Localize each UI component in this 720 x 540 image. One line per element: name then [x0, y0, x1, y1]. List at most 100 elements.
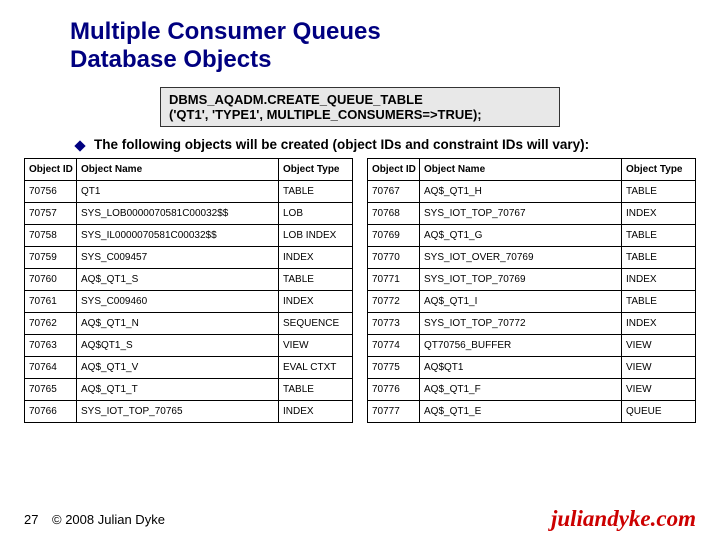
code-block: DBMS_AQADM.CREATE_QUEUE_TABLE ('QT1', 'T…: [160, 87, 560, 127]
table-row: 70771SYS_IOT_TOP_70769INDEX: [368, 269, 696, 291]
cell-id: 70777: [368, 401, 420, 423]
cell-name: SYS_LOB0000070581C00032$$: [77, 203, 279, 225]
cell-id: 70764: [25, 357, 77, 379]
col-header-id: Object ID: [25, 159, 77, 181]
slide-title: Multiple Consumer Queues Database Object…: [70, 18, 696, 73]
cell-type: TABLE: [622, 291, 696, 313]
cell-name: SYS_C009457: [77, 247, 279, 269]
cell-id: 70763: [25, 335, 77, 357]
cell-id: 70761: [25, 291, 77, 313]
cell-name: SYS_IOT_TOP_70769: [420, 269, 622, 291]
cell-type: INDEX: [622, 313, 696, 335]
left-table: Object ID Object Name Object Type 70756Q…: [24, 158, 353, 423]
cell-type: VIEW: [279, 335, 353, 357]
table-row: 70758SYS_IL0000070581C00032$$LOB INDEX: [25, 225, 353, 247]
cell-id: 70770: [368, 247, 420, 269]
cell-name: SYS_IOT_OVER_70769: [420, 247, 622, 269]
col-header-name: Object Name: [420, 159, 622, 181]
cell-name: AQ$_QT1_S: [77, 269, 279, 291]
cell-type: SEQUENCE: [279, 313, 353, 335]
table-row: 70760AQ$_QT1_STABLE: [25, 269, 353, 291]
title-line-2: Database Objects: [70, 46, 271, 73]
cell-name: SYS_IOT_TOP_70765: [77, 401, 279, 423]
cell-type: INDEX: [279, 247, 353, 269]
cell-type: TABLE: [279, 269, 353, 291]
table-row: 70757SYS_LOB0000070581C00032$$LOB: [25, 203, 353, 225]
cell-name: AQ$_QT1_V: [77, 357, 279, 379]
cell-type: LOB: [279, 203, 353, 225]
cell-id: 70768: [368, 203, 420, 225]
bullet-text: The following objects will be created (o…: [94, 137, 589, 152]
cell-type: LOB INDEX: [279, 225, 353, 247]
cell-id: 70771: [368, 269, 420, 291]
cell-id: 70767: [368, 181, 420, 203]
col-header-type: Object Type: [622, 159, 696, 181]
table-row: 70777AQ$_QT1_EQUEUE: [368, 401, 696, 423]
table-row: 70766SYS_IOT_TOP_70765INDEX: [25, 401, 353, 423]
cell-name: AQ$_QT1_I: [420, 291, 622, 313]
table-row: 70776AQ$_QT1_FVIEW: [368, 379, 696, 401]
cell-name: SYS_IL0000070581C00032$$: [77, 225, 279, 247]
cell-id: 70773: [368, 313, 420, 335]
brand-text: juliandyke.com: [551, 506, 696, 532]
table-row: 70772AQ$_QT1_ITABLE: [368, 291, 696, 313]
cell-name: AQ$QT1_S: [77, 335, 279, 357]
table-row: 70763AQ$QT1_SVIEW: [25, 335, 353, 357]
cell-name: SYS_C009460: [77, 291, 279, 313]
table-header-row: Object ID Object Name Object Type: [25, 159, 353, 181]
footer: 27 © 2008 Julian Dyke juliandyke.com: [0, 506, 720, 532]
table-row: 70768SYS_IOT_TOP_70767INDEX: [368, 203, 696, 225]
table-row: 70775AQ$QT1VIEW: [368, 357, 696, 379]
table-row: 70765AQ$_QT1_TTABLE: [25, 379, 353, 401]
cell-type: INDEX: [279, 291, 353, 313]
slide-number: 27: [24, 512, 52, 527]
cell-id: 70758: [25, 225, 77, 247]
cell-name: AQ$_QT1_F: [420, 379, 622, 401]
cell-type: INDEX: [622, 269, 696, 291]
table-header-row: Object ID Object Name Object Type: [368, 159, 696, 181]
cell-id: 70759: [25, 247, 77, 269]
cell-name: AQ$_QT1_H: [420, 181, 622, 203]
cell-type: EVAL CTXT: [279, 357, 353, 379]
cell-id: 70772: [368, 291, 420, 313]
title-line-1: Multiple Consumer Queues: [70, 18, 381, 45]
cell-id: 70762: [25, 313, 77, 335]
table-row: 70770SYS_IOT_OVER_70769TABLE: [368, 247, 696, 269]
tables-container: Object ID Object Name Object Type 70756Q…: [24, 158, 696, 423]
cell-name: QT1: [77, 181, 279, 203]
table-row: 70774QT70756_BUFFERVIEW: [368, 335, 696, 357]
cell-name: AQ$_QT1_G: [420, 225, 622, 247]
table-row: 70764AQ$_QT1_VEVAL CTXT: [25, 357, 353, 379]
cell-name: SYS_IOT_TOP_70767: [420, 203, 622, 225]
cell-name: AQ$_QT1_T: [77, 379, 279, 401]
table-row: 70767AQ$_QT1_HTABLE: [368, 181, 696, 203]
cell-id: 70757: [25, 203, 77, 225]
diamond-bullet-icon: [74, 141, 85, 152]
cell-id: 70774: [368, 335, 420, 357]
cell-id: 70765: [25, 379, 77, 401]
cell-name: AQ$_QT1_E: [420, 401, 622, 423]
cell-id: 70769: [368, 225, 420, 247]
table-row: 70761SYS_C009460INDEX: [25, 291, 353, 313]
cell-name: AQ$_QT1_N: [77, 313, 279, 335]
cell-type: VIEW: [622, 335, 696, 357]
col-header-type: Object Type: [279, 159, 353, 181]
cell-id: 70760: [25, 269, 77, 291]
table-row: 70773SYS_IOT_TOP_70772INDEX: [368, 313, 696, 335]
cell-id: 70766: [25, 401, 77, 423]
cell-name: AQ$QT1: [420, 357, 622, 379]
cell-type: INDEX: [622, 203, 696, 225]
cell-type: INDEX: [279, 401, 353, 423]
cell-type: VIEW: [622, 357, 696, 379]
cell-name: QT70756_BUFFER: [420, 335, 622, 357]
cell-name: SYS_IOT_TOP_70772: [420, 313, 622, 335]
cell-type: TABLE: [622, 225, 696, 247]
cell-id: 70756: [25, 181, 77, 203]
table-row: 70769AQ$_QT1_GTABLE: [368, 225, 696, 247]
right-table: Object ID Object Name Object Type 70767A…: [367, 158, 696, 423]
cell-type: TABLE: [622, 247, 696, 269]
col-header-name: Object Name: [77, 159, 279, 181]
cell-type: QUEUE: [622, 401, 696, 423]
cell-type: TABLE: [279, 181, 353, 203]
table-row: 70759SYS_C009457INDEX: [25, 247, 353, 269]
